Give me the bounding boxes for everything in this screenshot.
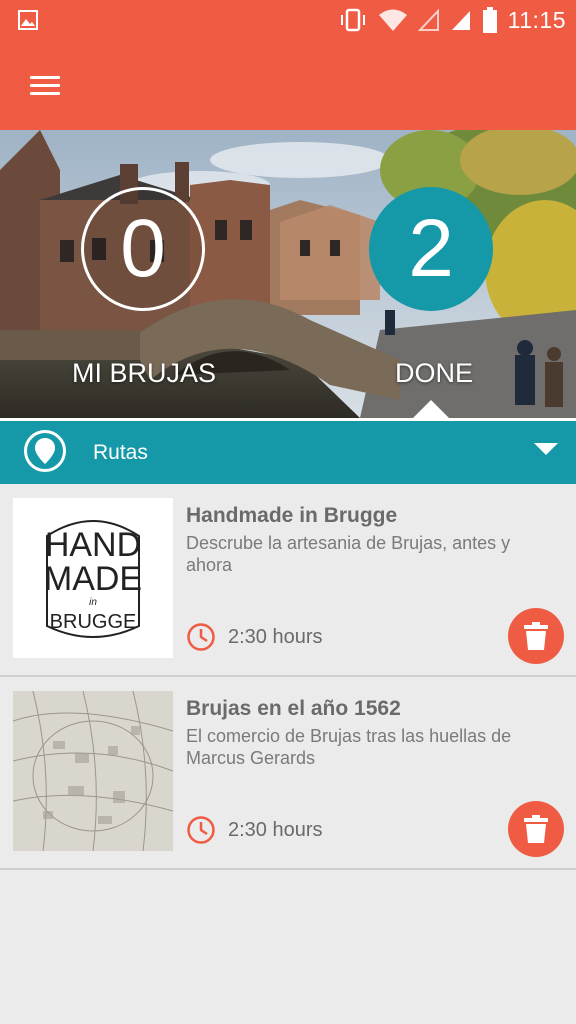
delete-button[interactable] (508, 608, 564, 664)
duration-text: 2:30 hours (228, 818, 323, 841)
hamburger-menu-icon[interactable] (22, 62, 68, 108)
status-bar: 11:15 (0, 0, 576, 40)
mi-brujas-tab[interactable]: MI BRUJAS (72, 358, 216, 389)
svg-text:in: in (89, 597, 97, 608)
wifi-icon (378, 9, 407, 31)
chevron-down-icon[interactable] (534, 443, 558, 455)
route-thumbnail (13, 691, 173, 851)
clock-icon (187, 623, 215, 651)
route-card[interactable]: HAND MADE in BRUGGE Handmade in Brugge D… (0, 484, 576, 677)
route-title: Handmade in Brugge (186, 504, 398, 527)
route-card[interactable]: Brujas en el año 1562 El comercio de Bru… (0, 677, 576, 870)
route-duration: 2:30 hours (186, 815, 323, 845)
app-bar (0, 40, 576, 130)
gallery-icon (18, 10, 38, 30)
category-dropdown[interactable]: Rutas (0, 418, 576, 484)
status-icons: 11:15 (338, 6, 566, 34)
clock-icon (187, 816, 215, 844)
trash-icon (524, 622, 548, 650)
route-duration: 2:30 hours (186, 622, 323, 652)
historic-map-image (13, 691, 173, 851)
handmade-in-brugge-logo: HAND MADE in BRUGGE (44, 520, 142, 638)
battery-icon (482, 7, 497, 33)
delete-button[interactable] (508, 801, 564, 857)
selected-tab-indicator (413, 400, 449, 418)
svg-text:BRUGGE: BRUGGE (50, 611, 137, 633)
hero-banner: 0 MI BRUJAS 2 DONE (0, 130, 576, 418)
route-description: Descrube la artesania de Brujas, antes y… (186, 533, 511, 575)
route-thumbnail: HAND MADE in BRUGGE (13, 498, 173, 658)
route-title: Brujas en el año 1562 (186, 697, 401, 720)
signal-icon (451, 11, 470, 30)
mi-brujas-counter[interactable]: 0 (81, 187, 205, 311)
svg-text:MADE: MADE (44, 560, 142, 598)
signal-icon (417, 8, 439, 31)
done-counter[interactable]: 2 (369, 187, 493, 311)
trash-icon (524, 815, 548, 843)
duration-text: 2:30 hours (228, 625, 323, 648)
route-description: El comercio de Brujas tras las huellas d… (186, 726, 512, 768)
svg-text:HAND: HAND (45, 526, 141, 564)
status-time: 11:15 (507, 6, 566, 33)
vibrate-icon (340, 8, 365, 32)
route-list: HAND MADE in BRUGGE Handmade in Brugge D… (0, 484, 576, 870)
category-label: Rutas (93, 441, 148, 464)
done-tab[interactable]: DONE (395, 358, 473, 389)
location-pin-icon (24, 430, 66, 472)
